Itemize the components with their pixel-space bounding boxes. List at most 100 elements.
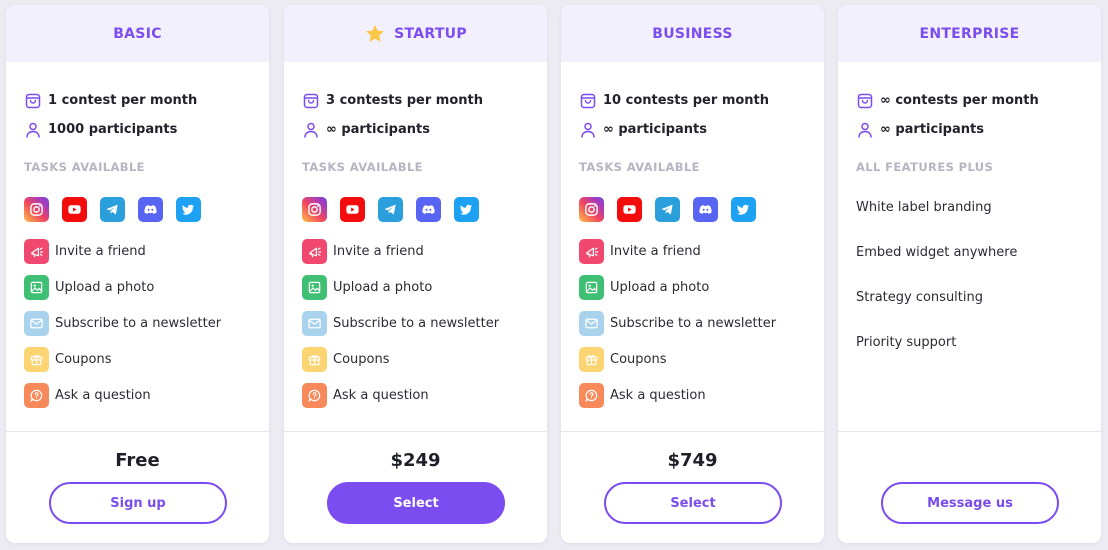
plan-name: STARTUP xyxy=(394,25,467,42)
plan-header: ENTERPRISE xyxy=(838,5,1101,62)
task-item: Upload a photo xyxy=(24,269,269,305)
contests-limit: 3 contests per month xyxy=(302,86,547,115)
task-item: Ask a question xyxy=(24,377,269,413)
contests-limit: 10 contests per month xyxy=(579,86,824,115)
plan-name: BUSINESS xyxy=(652,25,733,42)
social-icons xyxy=(302,197,547,222)
divider xyxy=(6,431,269,432)
section-label: TASKS AVAILABLE xyxy=(302,160,423,174)
twitter-icon xyxy=(731,197,756,222)
task-label: Coupons xyxy=(610,351,667,367)
twitter-icon xyxy=(454,197,479,222)
section-label: ALL FEATURES PLUS xyxy=(856,160,994,174)
participants-limit: ∞ participants xyxy=(302,115,547,144)
gift-icon xyxy=(24,346,49,372)
task-label: Invite a friend xyxy=(610,243,701,259)
task-label: Subscribe to a newsletter xyxy=(610,315,777,331)
task-label: Subscribe to a newsletter xyxy=(333,315,500,331)
discord-icon xyxy=(416,197,441,222)
feature-item: White label branding xyxy=(856,200,992,215)
task-label: Ask a question xyxy=(55,387,151,403)
plan-card-startup: STARTUP 3 contests per month ∞ participa… xyxy=(284,5,547,543)
mail-icon xyxy=(579,310,604,336)
plan-header: BASIC xyxy=(6,5,269,62)
participants-limit: ∞ participants xyxy=(856,115,1101,144)
task-item: Ask a question xyxy=(302,377,547,413)
question-bubble-icon xyxy=(302,382,327,408)
plan-header: BUSINESS xyxy=(561,5,824,62)
feature-item: Strategy consulting xyxy=(856,290,983,305)
plan-name: ENTERPRISE xyxy=(919,25,1020,42)
social-icons xyxy=(579,197,824,222)
task-item: Invite a friend xyxy=(24,233,269,269)
bag-icon xyxy=(857,93,873,108)
instagram-icon xyxy=(24,197,49,222)
task-item: Coupons xyxy=(579,341,824,377)
task-item: Coupons xyxy=(302,341,547,377)
task-label: Subscribe to a newsletter xyxy=(55,315,222,331)
plan-card-enterprise: ENTERPRISE ∞ contests per month ∞ partic… xyxy=(838,5,1101,543)
task-label: Coupons xyxy=(55,351,112,367)
select-startup-button[interactable]: Select xyxy=(327,482,505,524)
image-icon xyxy=(24,274,49,300)
telegram-icon xyxy=(655,197,680,222)
discord-icon xyxy=(138,197,163,222)
instagram-icon xyxy=(579,197,604,222)
contests-limit: ∞ contests per month xyxy=(856,86,1101,115)
task-item: Ask a question xyxy=(579,377,824,413)
star-icon xyxy=(366,24,385,42)
task-item: Subscribe to a newsletter xyxy=(302,305,547,341)
participants-limit: 1000 participants xyxy=(24,115,269,144)
section-label: TASKS AVAILABLE xyxy=(24,160,145,174)
message-us-button[interactable]: Message us xyxy=(881,482,1059,524)
user-icon xyxy=(858,122,872,138)
plan-price: $249 xyxy=(390,450,441,471)
contests-text: 1 contest per month xyxy=(48,93,198,108)
plan-price: $749 xyxy=(667,450,718,471)
bag-icon xyxy=(580,93,596,108)
mail-icon xyxy=(302,310,327,336)
task-label: Upload a photo xyxy=(333,279,433,295)
task-list: Invite a friend Upload a photo Subscribe t… xyxy=(302,233,547,413)
megaphone-icon xyxy=(579,238,604,264)
question-bubble-icon xyxy=(24,382,49,408)
task-item: Upload a photo xyxy=(302,269,547,305)
megaphone-icon xyxy=(24,238,49,264)
divider xyxy=(838,431,1101,432)
task-label: Invite a friend xyxy=(55,243,146,259)
feature-item: Priority support xyxy=(856,335,957,350)
telegram-icon xyxy=(100,197,125,222)
task-label: Ask a question xyxy=(610,387,706,403)
contests-text: 10 contests per month xyxy=(603,93,770,108)
twitter-icon xyxy=(176,197,201,222)
youtube-icon xyxy=(340,197,365,222)
user-icon xyxy=(26,122,40,138)
bag-icon xyxy=(303,93,319,108)
social-icons xyxy=(24,197,269,222)
user-icon xyxy=(304,122,318,138)
select-business-button[interactable]: Select xyxy=(604,482,782,524)
task-item: Subscribe to a newsletter xyxy=(24,305,269,341)
contests-text: ∞ contests per month xyxy=(880,93,1039,108)
youtube-icon xyxy=(617,197,642,222)
participants-text: 1000 participants xyxy=(48,122,178,137)
bag-icon xyxy=(25,93,41,108)
task-label: Upload a photo xyxy=(55,279,155,295)
telegram-icon xyxy=(378,197,403,222)
youtube-icon xyxy=(62,197,87,222)
task-list: Invite a friend Upload a photo Subscribe t… xyxy=(24,233,269,413)
image-icon xyxy=(579,274,604,300)
user-icon xyxy=(581,122,595,138)
task-item: Invite a friend xyxy=(579,233,824,269)
plan-card-business: BUSINESS 10 contests per month ∞ partici… xyxy=(561,5,824,543)
discord-icon xyxy=(693,197,718,222)
participants-text: ∞ participants xyxy=(880,122,984,137)
feature-list: White label branding Embed widget anywhe… xyxy=(856,200,1101,380)
gift-icon xyxy=(302,346,327,372)
participants-text: ∞ participants xyxy=(326,122,430,137)
task-label: Coupons xyxy=(333,351,390,367)
plan-card-basic: BASIC 1 contest per month 1000 participa… xyxy=(6,5,269,543)
sign-up-button[interactable]: Sign up xyxy=(49,482,227,524)
plan-header: STARTUP xyxy=(284,5,547,62)
task-item: Upload a photo xyxy=(579,269,824,305)
